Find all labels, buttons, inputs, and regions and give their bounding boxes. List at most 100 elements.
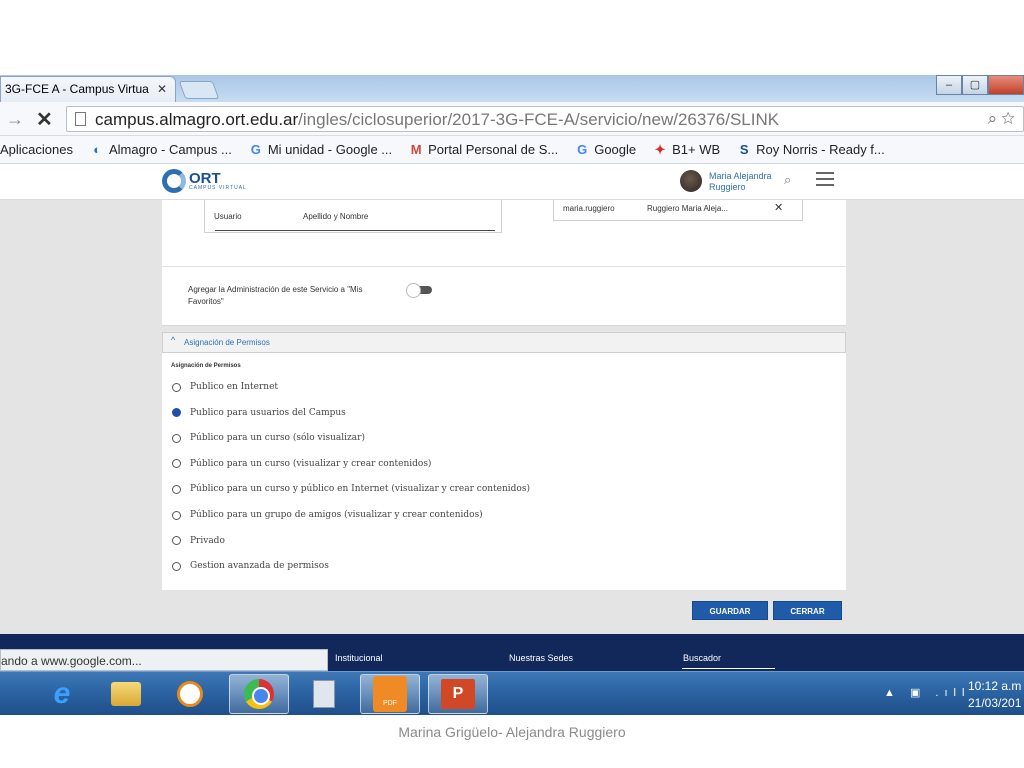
permissions-section-header[interactable]: ^ Asignación de Permisos xyxy=(162,332,846,353)
zoom-icon[interactable]: ⌕ xyxy=(988,109,1002,128)
permission-option[interactable]: Público para un curso y público en Inter… xyxy=(172,484,530,494)
close-button[interactable]: CERRAR xyxy=(773,601,842,620)
google-icon: G xyxy=(577,142,588,157)
media-player-icon[interactable] xyxy=(160,674,220,714)
address-bar[interactable]: campus.almagro.ort.edu.ar/ingles/ciclosu… xyxy=(66,106,1024,132)
bookmark-star-icon[interactable]: ☆ xyxy=(1001,109,1019,128)
remove-member-icon[interactable]: ✕ xyxy=(774,201,783,214)
permissions-subtitle: Asignación de Permisos xyxy=(171,363,241,369)
tab-title: 3G-FCE A - Campus Virtua xyxy=(5,82,149,96)
permission-option-label: Público para un curso y público en Inter… xyxy=(190,484,530,495)
browser-tab[interactable]: 3G-FCE A - Campus Virtua ✕ xyxy=(0,76,176,102)
browser-tab-strip: 3G-FCE A - Campus Virtua ✕ – ▢ xyxy=(0,75,1024,102)
logo-subtitle: CAMPUS VIRTUAL xyxy=(189,185,247,191)
internet-explorer-icon[interactable]: e xyxy=(32,674,92,714)
radio-unselected[interactable] xyxy=(172,510,181,520)
bookmark-label: Mi unidad - Google ... xyxy=(267,142,393,157)
page-icon xyxy=(75,112,86,126)
radio-unselected[interactable] xyxy=(172,561,181,571)
user-name[interactable]: Maria Alejandra Ruggiero xyxy=(709,171,772,193)
web-page: ORT CAMPUS VIRTUAL Maria Alejandra Ruggi… xyxy=(0,164,1024,671)
permission-option-label: Público para un grupo de amigos (visuali… xyxy=(190,510,483,520)
permission-option[interactable]: Gestion avanzada de permisos xyxy=(172,561,329,571)
buscador-input-line[interactable] xyxy=(682,668,775,669)
permission-option[interactable]: Público para un curso (sólo visualizar) xyxy=(172,433,365,443)
url-text: campus.almagro.ort.edu.ar/ingles/ciclosu… xyxy=(95,110,779,130)
bookmark-label: Google xyxy=(594,142,637,157)
permissions-section-title: Asignación de Permisos xyxy=(184,338,270,347)
gmail-icon: M xyxy=(410,142,422,157)
divider xyxy=(162,266,846,267)
bookmark-label: Almagro - Campus ... xyxy=(109,142,232,157)
bookmark-item[interactable]: ◐ Almagro - Campus ... xyxy=(89,142,232,157)
site-header: ORT CAMPUS VIRTUAL Maria Alejandra Ruggi… xyxy=(0,164,1024,200)
file-explorer-icon[interactable] xyxy=(96,674,156,714)
favorites-toggle[interactable] xyxy=(406,283,432,298)
permission-option-label: Publico para usuarios del Campus xyxy=(190,407,346,418)
footer-link-sedes[interactable]: Nuestras Sedes xyxy=(509,653,573,663)
ready-icon: S xyxy=(739,142,749,157)
radio-unselected[interactable] xyxy=(172,459,181,469)
hamburger-menu-icon[interactable] xyxy=(816,172,834,190)
bookmark-label: Roy Norris - Ready f... xyxy=(756,142,885,157)
bookmarks-bar: Aplicaciones ◐ Almagro - Campus ... G Mi uni… xyxy=(0,136,1024,164)
save-button[interactable]: GUARDAR xyxy=(692,601,768,620)
members-search-table: Usuario Apellido y Nombre xyxy=(204,200,502,233)
radio-unselected[interactable] xyxy=(172,433,181,443)
permission-option[interactable]: Publico en Internet xyxy=(172,382,278,392)
system-tray-icons[interactable]: ▲ ▣ .ıll xyxy=(884,686,970,699)
bookmark-label: Aplicaciones xyxy=(0,142,73,157)
zoom-and-star-icons[interactable]: ⌕☆ xyxy=(988,109,1019,129)
taskbar-clock[interactable]: 10:12 a.m 21/03/201 xyxy=(968,678,1021,712)
permission-option-label: Publico en Internet xyxy=(190,382,279,392)
avatar[interactable] xyxy=(680,170,702,192)
stop-loading-icon[interactable]: ✕ xyxy=(36,107,53,132)
permission-option[interactable]: Publico para usuarios del Campus xyxy=(172,408,346,418)
calculator-icon[interactable] xyxy=(294,674,354,714)
bookmark-item[interactable]: G Google xyxy=(574,142,636,157)
start-button[interactable] xyxy=(0,674,30,714)
powerpoint-icon[interactable]: P xyxy=(428,674,488,714)
tab-close-icon[interactable]: ✕ xyxy=(157,82,167,96)
ort-logo[interactable]: ORT CAMPUS VIRTUAL xyxy=(162,169,247,193)
window-close-icon[interactable] xyxy=(988,75,1024,95)
bookmark-item[interactable]: M Portal Personal de S... xyxy=(408,142,559,157)
chrome-icon[interactable] xyxy=(229,674,289,714)
google-drive-icon: G xyxy=(250,142,261,157)
permission-option-label: Gestion avanzada de permisos xyxy=(190,561,329,572)
new-tab-button[interactable] xyxy=(178,81,220,99)
chevron-up-icon[interactable]: ^ xyxy=(171,335,175,345)
b1-icon: ✦ xyxy=(654,141,666,157)
radio-unselected[interactable] xyxy=(172,536,181,546)
windows-taskbar: e PDF P ▲ ▣ .ıll 10:12 a.m 21/03/201 xyxy=(0,671,1024,715)
url-path: /ingles/ciclosuperior/2017-3G-FCE-A/serv… xyxy=(298,110,780,129)
ort-logo-icon xyxy=(162,169,186,193)
logo-text: ORT xyxy=(189,170,221,187)
bookmark-item[interactable]: ✦ B1+ WB xyxy=(652,141,721,158)
slide-caption: Marina Grigüelo- Alejandra Ruggiero xyxy=(398,724,626,740)
bookmark-item[interactable]: G Mi unidad - Google ... xyxy=(248,142,392,157)
site-footer: ando a www.google.com... Institucional N… xyxy=(0,634,1024,671)
selected-members-table: maria.ruggiero Ruggiero Maria Aleja... ✕ xyxy=(553,200,803,221)
browser-status-text: ando a www.google.com... xyxy=(0,649,328,671)
minimize-icon[interactable]: – xyxy=(936,75,962,95)
pdf-app-icon[interactable]: PDF xyxy=(360,674,420,714)
radio-selected[interactable] xyxy=(172,408,181,418)
service-admin-card: Usuario Apellido y Nombre maria.ruggiero… xyxy=(162,200,846,326)
permission-option[interactable]: Público para un curso (visualizar y crea… xyxy=(172,459,431,469)
footer-link-institucional[interactable]: Institucional xyxy=(335,653,383,663)
column-header-user: Usuario xyxy=(214,212,242,221)
radio-unselected[interactable] xyxy=(172,382,181,392)
maximize-icon[interactable]: ▢ xyxy=(962,75,988,95)
bookmark-item[interactable]: Aplicaciones xyxy=(0,142,73,157)
member-fullname: Ruggiero Maria Aleja... xyxy=(647,204,728,213)
permission-option[interactable]: Público para un grupo de amigos (visuali… xyxy=(172,510,483,520)
footer-link-buscador[interactable]: Buscador xyxy=(683,653,721,663)
forward-icon[interactable]: → xyxy=(6,109,24,130)
search-icon[interactable]: ⌕ xyxy=(784,172,791,188)
radio-unselected[interactable] xyxy=(172,484,181,494)
bookmark-item[interactable]: S Roy Norris - Ready f... xyxy=(736,142,885,157)
permissions-panel: Asignación de Permisos Publico en Intern… xyxy=(162,353,846,590)
ort-icon: ◐ xyxy=(93,142,101,157)
permission-option[interactable]: Privado xyxy=(172,536,225,546)
